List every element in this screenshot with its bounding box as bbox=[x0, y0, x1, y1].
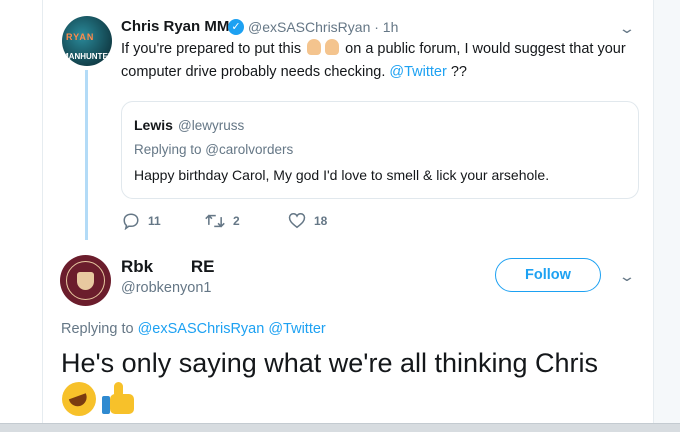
tweet-text-part: ?? bbox=[450, 64, 467, 80]
reply-count: 11 bbox=[148, 214, 161, 228]
chris-ryan-avatar[interactable]: RYAN MANHUNTER bbox=[62, 16, 112, 66]
retweet-icon bbox=[205, 214, 225, 228]
replying-to-prefix: Replying to bbox=[61, 321, 134, 337]
thumbs-up-emoji bbox=[102, 382, 136, 416]
avatar-logo-text: RYAN bbox=[66, 32, 95, 42]
page-right-margin bbox=[653, 0, 680, 432]
like-icon bbox=[288, 212, 306, 229]
avatar-crest-shield bbox=[77, 272, 94, 290]
thread-connector-line bbox=[85, 70, 88, 240]
reply-icon bbox=[123, 213, 139, 230]
quoted-tweet-text: Happy birthday Carol, My god I'd love to… bbox=[134, 167, 550, 183]
like-button[interactable]: 18 bbox=[288, 212, 327, 229]
reply-button[interactable]: 11 bbox=[122, 212, 161, 230]
verified-badge-icon: ✓ bbox=[228, 19, 244, 35]
reply-tweet-text: He's only saying what we're all thinking… bbox=[61, 348, 599, 378]
tweet-author-name[interactable]: Rbk RE bbox=[121, 257, 215, 277]
os-taskbar bbox=[0, 423, 680, 432]
avatar-logo-subtext: MANHUNTER bbox=[62, 52, 112, 61]
replying-to-line: Replying to @exSASChrisRyan @Twitter bbox=[61, 321, 326, 337]
tweet-author-handle[interactable]: @exSASChrisRyan · 1h bbox=[248, 19, 398, 35]
quoted-tweet-card[interactable]: Lewis @lewyruss Replying to @carolvorder… bbox=[121, 101, 639, 199]
replying-to-mentions[interactable]: @exSASChrisRyan @Twitter bbox=[138, 321, 326, 337]
quoted-author-name: Lewis bbox=[134, 117, 173, 133]
rbk-avatar[interactable] bbox=[60, 255, 111, 306]
tweet-text-part: computer drive probably needs checking. bbox=[121, 64, 386, 80]
tweet-author-name[interactable]: Chris Ryan MM bbox=[121, 18, 229, 35]
cuff-shape bbox=[102, 396, 110, 414]
tweet-text-part: on a public forum, I would suggest that … bbox=[345, 41, 626, 57]
follow-button[interactable]: Follow bbox=[495, 258, 601, 292]
finger-point-down-emoji bbox=[307, 39, 322, 55]
finger-point-down-emoji bbox=[325, 39, 340, 55]
quoted-replying-to: Replying to @carolvorders bbox=[134, 142, 294, 157]
palm-shape bbox=[110, 394, 134, 414]
tweet-author-handle[interactable]: @robkenyon1 bbox=[121, 280, 212, 296]
tweet-text-part: If you're prepared to put this bbox=[121, 41, 302, 57]
caret-down-icon[interactable]: ⌄ bbox=[618, 20, 636, 37]
retweet-count: 2 bbox=[233, 214, 240, 228]
quoted-author-handle: @lewyruss bbox=[178, 118, 245, 133]
mention-link[interactable]: @Twitter bbox=[389, 64, 446, 80]
like-count: 18 bbox=[314, 213, 328, 228]
caret-down-icon[interactable]: ⌄ bbox=[618, 268, 636, 285]
page-left-margin bbox=[0, 0, 43, 432]
rolling-laughing-emoji bbox=[62, 382, 96, 416]
retweet-button[interactable]: 2 bbox=[205, 212, 240, 230]
